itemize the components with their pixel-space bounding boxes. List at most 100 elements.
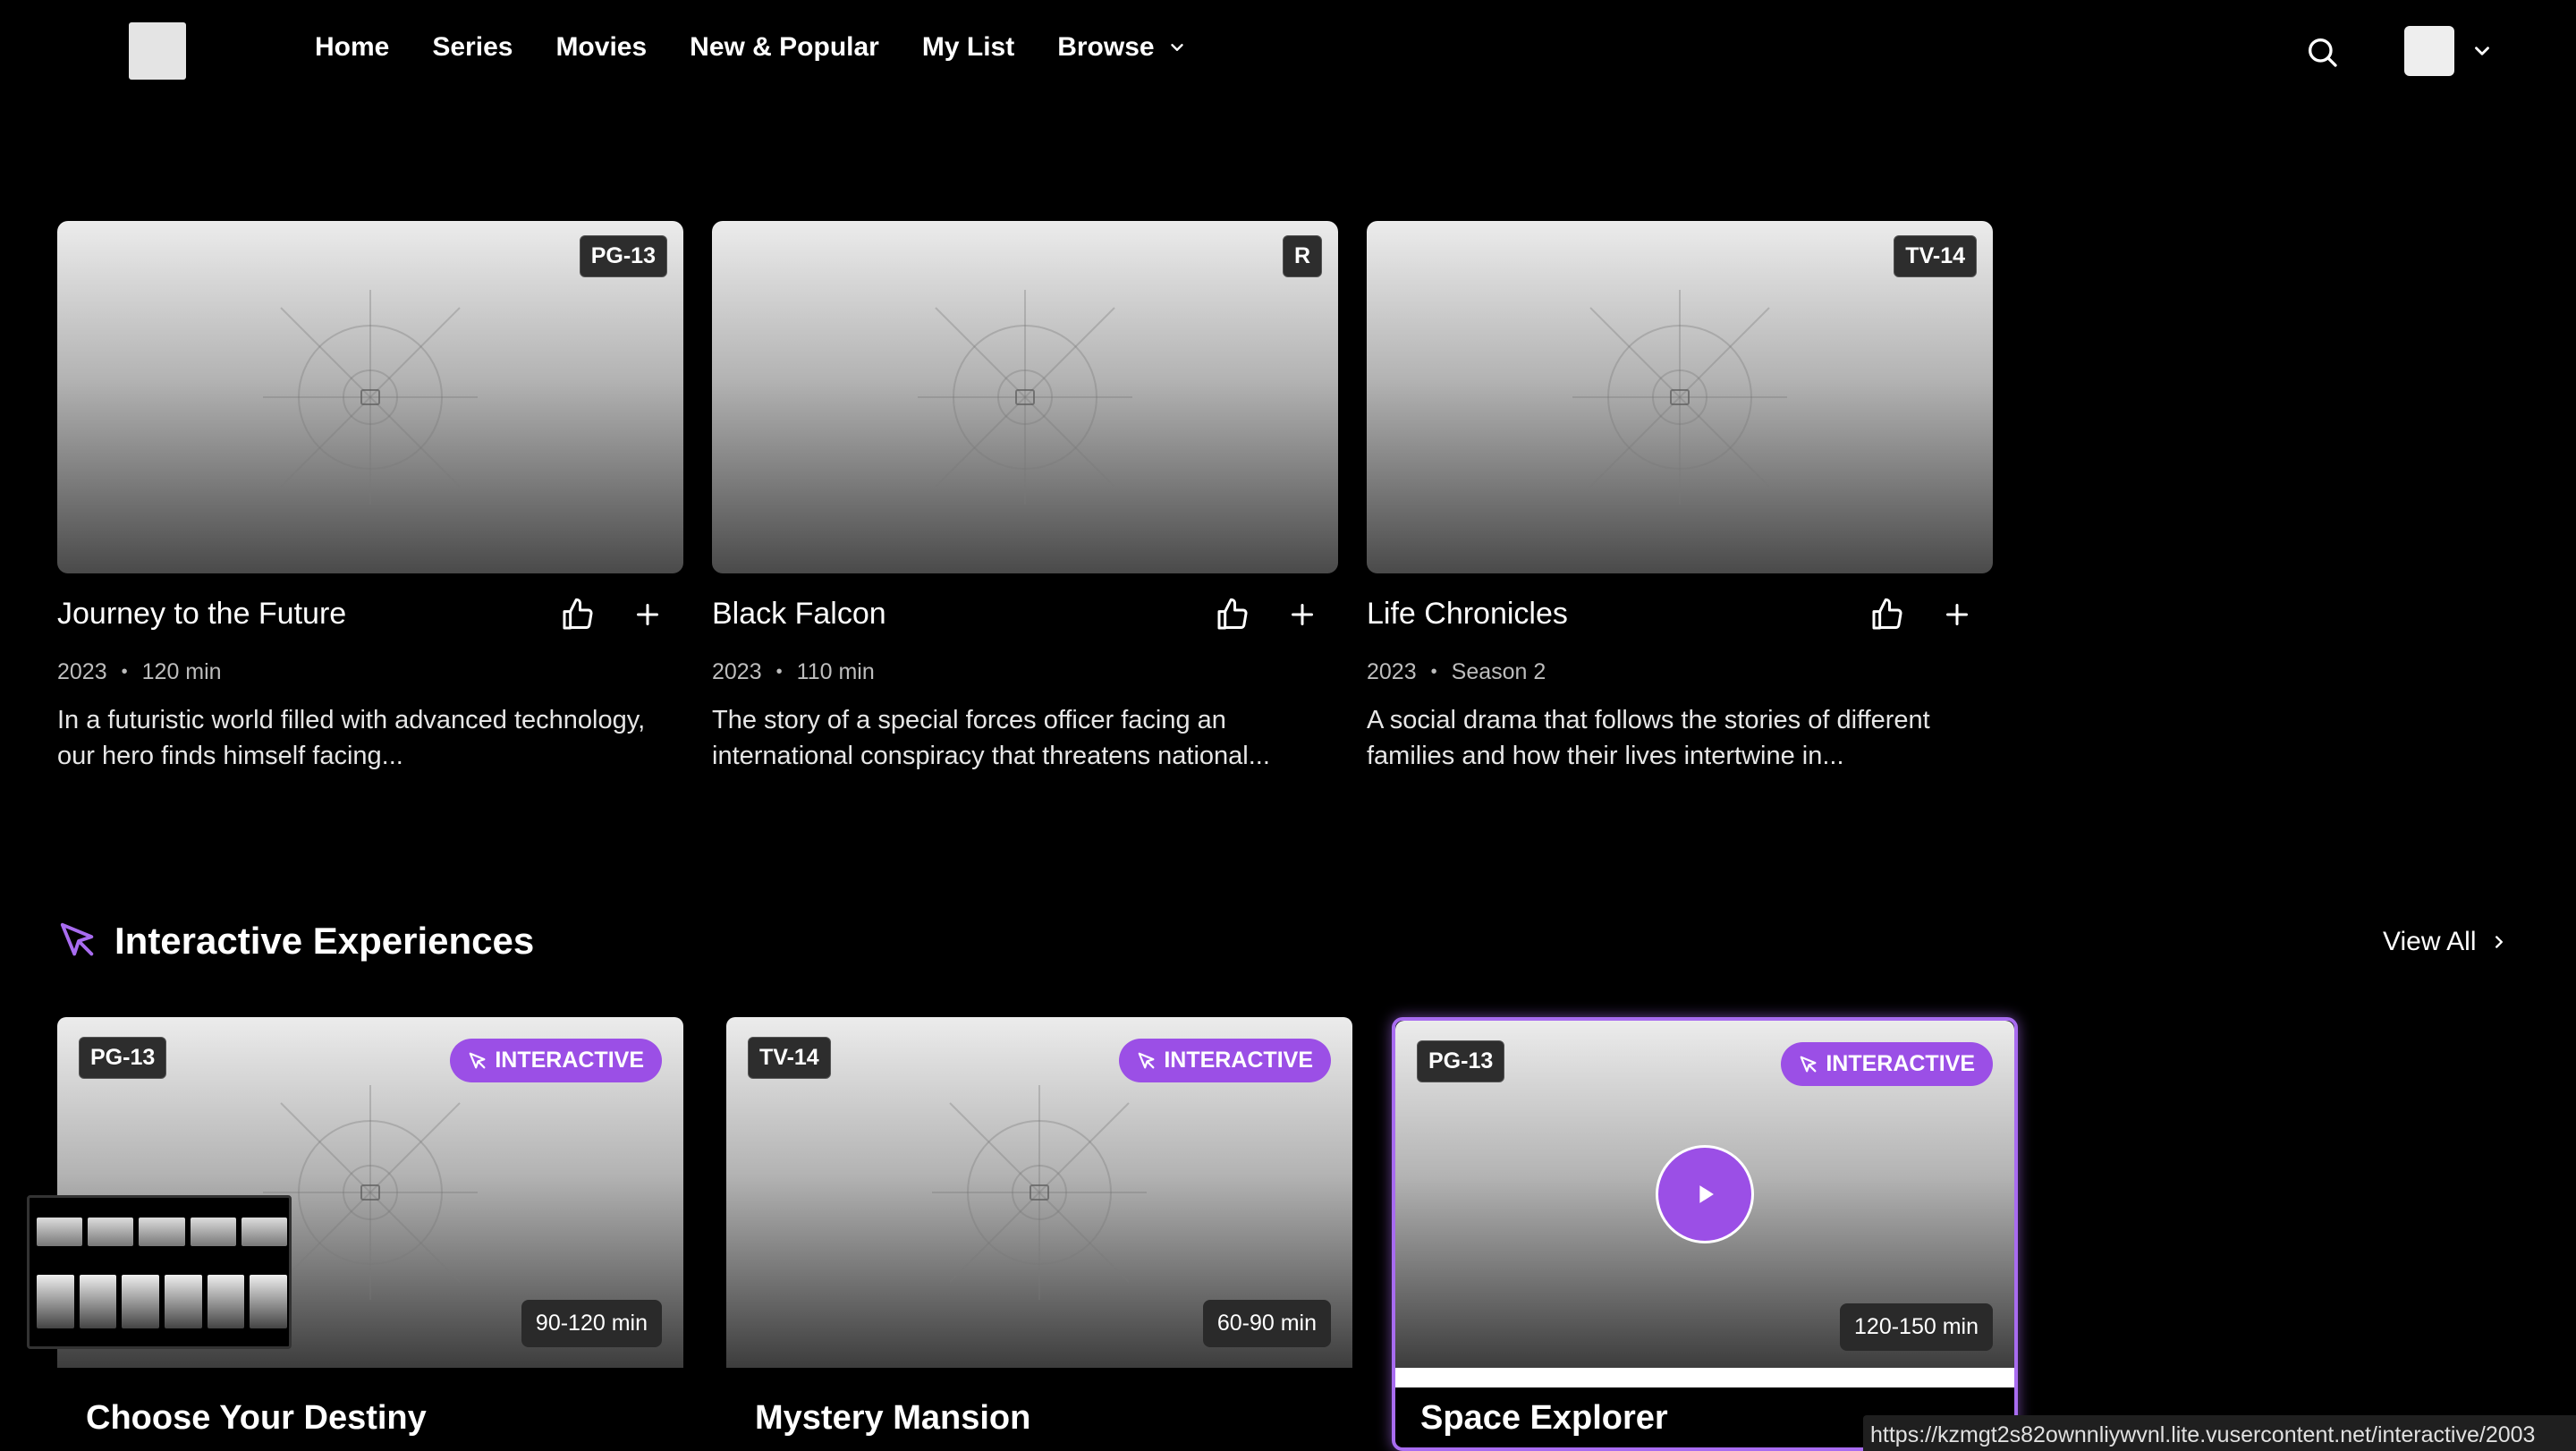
card-description: A social drama that follows the stories …: [1367, 706, 1930, 770]
preview-cell: [37, 1218, 83, 1246]
year: 2023: [57, 659, 107, 684]
interactive-card[interactable]: TV-14 INTERACTIVE 60-90 min Mystery Mans…: [726, 1017, 1352, 1451]
interactive-card-active[interactable]: PG-13 INTERACTIVE 120-150 min Space Expl…: [1392, 1017, 2018, 1451]
preview-cell: [88, 1218, 134, 1246]
view-all-label: View All: [2383, 927, 2477, 956]
nav-home-label: Home: [315, 32, 390, 62]
thumbs-up-icon[interactable]: [1869, 597, 1905, 632]
image-placeholder-icon: [263, 1085, 478, 1300]
nav-home[interactable]: Home: [315, 32, 389, 63]
cursor-click-icon: [60, 922, 94, 956]
nav-series-label: Series: [432, 32, 513, 62]
image-placeholder-icon: [263, 290, 478, 505]
title-card[interactable]: PG-13 Journey to the Future 2023 • 120 min…: [57, 221, 683, 770]
nav-movies[interactable]: Movies: [555, 32, 647, 63]
nav-browse[interactable]: Browse: [1057, 32, 1186, 63]
play-icon: [1699, 1185, 1714, 1203]
add-icon[interactable]: [631, 598, 664, 631]
preview-cell: [79, 1275, 117, 1328]
card-title[interactable]: Life Chronicles: [1367, 597, 1568, 632]
card-meta: 2023 • Season 2: [1367, 659, 1546, 685]
play-button[interactable]: [1656, 1145, 1754, 1243]
rating-badge: R: [1282, 235, 1322, 277]
separator-dot: •: [775, 662, 783, 682]
nav-my-list-label: My List: [921, 32, 1015, 62]
interactive-badge-label: INTERACTIVE: [495, 1048, 644, 1073]
card-title[interactable]: Black Falcon: [712, 597, 886, 632]
nav-my-list[interactable]: My List: [922, 32, 1014, 63]
duration-badge: 90-120 min: [521, 1300, 662, 1347]
image-placeholder-icon: [918, 290, 1132, 505]
view-all-link[interactable]: View All: [2383, 927, 2509, 957]
nav-browse-label: Browse: [1057, 32, 1155, 62]
thumbnail[interactable]: R: [712, 221, 1338, 573]
card-meta: 2023 • 110 min: [712, 659, 875, 685]
rating-badge: TV-14: [1894, 235, 1977, 277]
chevron-down-icon[interactable]: [2470, 39, 2494, 63]
preview-row: [37, 1275, 288, 1328]
preview-cell: [241, 1218, 288, 1246]
page-preview-thumbnail[interactable]: [27, 1195, 292, 1349]
separator-dot: •: [1430, 662, 1437, 682]
card-title[interactable]: Mystery Mansion: [755, 1399, 1030, 1438]
avatar[interactable]: [2404, 26, 2454, 76]
preview-cell: [122, 1275, 160, 1328]
rating-badge: PG-13: [79, 1037, 167, 1079]
year: 2023: [712, 659, 762, 684]
card-title[interactable]: Space Explorer: [1420, 1399, 1668, 1438]
progress-track: [1395, 1368, 2014, 1387]
interactive-badge: INTERACTIVE: [1781, 1042, 1993, 1086]
section-title: Interactive Experiences: [114, 920, 535, 962]
rating-badge: PG-13: [1417, 1040, 1505, 1082]
add-icon[interactable]: [1286, 598, 1318, 631]
duration: 120 min: [141, 659, 222, 684]
card-title[interactable]: Choose Your Destiny: [86, 1399, 427, 1438]
interactive-badge: INTERACTIVE: [1119, 1039, 1331, 1082]
top-navigation: Home Series Movies New & Popular My List…: [0, 0, 2576, 106]
preview-row: [37, 1218, 288, 1246]
chevron-down-icon: [1170, 44, 1183, 51]
card-description: The story of a special forces officer fa…: [712, 706, 1270, 770]
status-url: https://kzmgt2s82ownnliywvnl.lite.vuserc…: [1863, 1415, 2576, 1451]
image-placeholder-icon: [1572, 290, 1787, 505]
thumbnail[interactable]: PG-13: [57, 221, 683, 573]
thumbs-up-icon[interactable]: [560, 597, 596, 632]
image-placeholder-icon: [932, 1085, 1147, 1300]
preview-cell: [165, 1275, 202, 1328]
card-description: In a futuristic world filled with advanc…: [57, 706, 646, 770]
separator-dot: •: [121, 662, 128, 682]
card-meta: 2023 • 120 min: [57, 659, 222, 685]
year: 2023: [1367, 659, 1417, 684]
preview-cell: [190, 1218, 236, 1246]
title-card[interactable]: TV-14 Life Chronicles 2023 • Season 2 A so…: [1367, 221, 1993, 770]
main-menu: Home Series Movies New & Popular My List…: [315, 32, 1230, 63]
preview-cell: [207, 1275, 245, 1328]
duration: Season 2: [1451, 659, 1546, 684]
duration-badge: 60-90 min: [1202, 1300, 1331, 1347]
cursor-click-icon: [1800, 1056, 1817, 1072]
thumbnail[interactable]: TV-14: [1367, 221, 1993, 573]
search-icon[interactable]: [2304, 34, 2340, 70]
preview-cell: [139, 1218, 185, 1246]
duration-badge: 120-150 min: [1840, 1303, 1993, 1351]
nav-movies-label: Movies: [555, 32, 648, 62]
interactive-badge-label: INTERACTIVE: [1164, 1048, 1313, 1073]
preview-cell: [250, 1275, 288, 1328]
preview-cell: [37, 1275, 74, 1328]
add-icon[interactable]: [1941, 598, 1973, 631]
cursor-click-icon: [1138, 1052, 1155, 1068]
rating-badge: TV-14: [748, 1037, 831, 1079]
thumbnail[interactable]: PG-13 INTERACTIVE 120-150 min: [1395, 1021, 2014, 1368]
thumbnail[interactable]: TV-14 INTERACTIVE 60-90 min: [726, 1017, 1352, 1368]
nav-new-popular[interactable]: New & Popular: [690, 32, 879, 63]
nav-new-popular-label: New & Popular: [690, 32, 879, 62]
interactive-badge-label: INTERACTIVE: [1826, 1051, 1975, 1076]
rating-badge: PG-13: [579, 235, 667, 277]
title-card[interactable]: R Black Falcon 2023 • 110 min The story of…: [712, 221, 1338, 770]
logo[interactable]: [129, 22, 186, 80]
duration: 110 min: [796, 659, 875, 684]
thumbs-up-icon[interactable]: [1215, 597, 1250, 632]
cursor-click-icon: [469, 1052, 486, 1068]
card-title[interactable]: Journey to the Future: [57, 597, 346, 632]
nav-series[interactable]: Series: [432, 32, 513, 63]
